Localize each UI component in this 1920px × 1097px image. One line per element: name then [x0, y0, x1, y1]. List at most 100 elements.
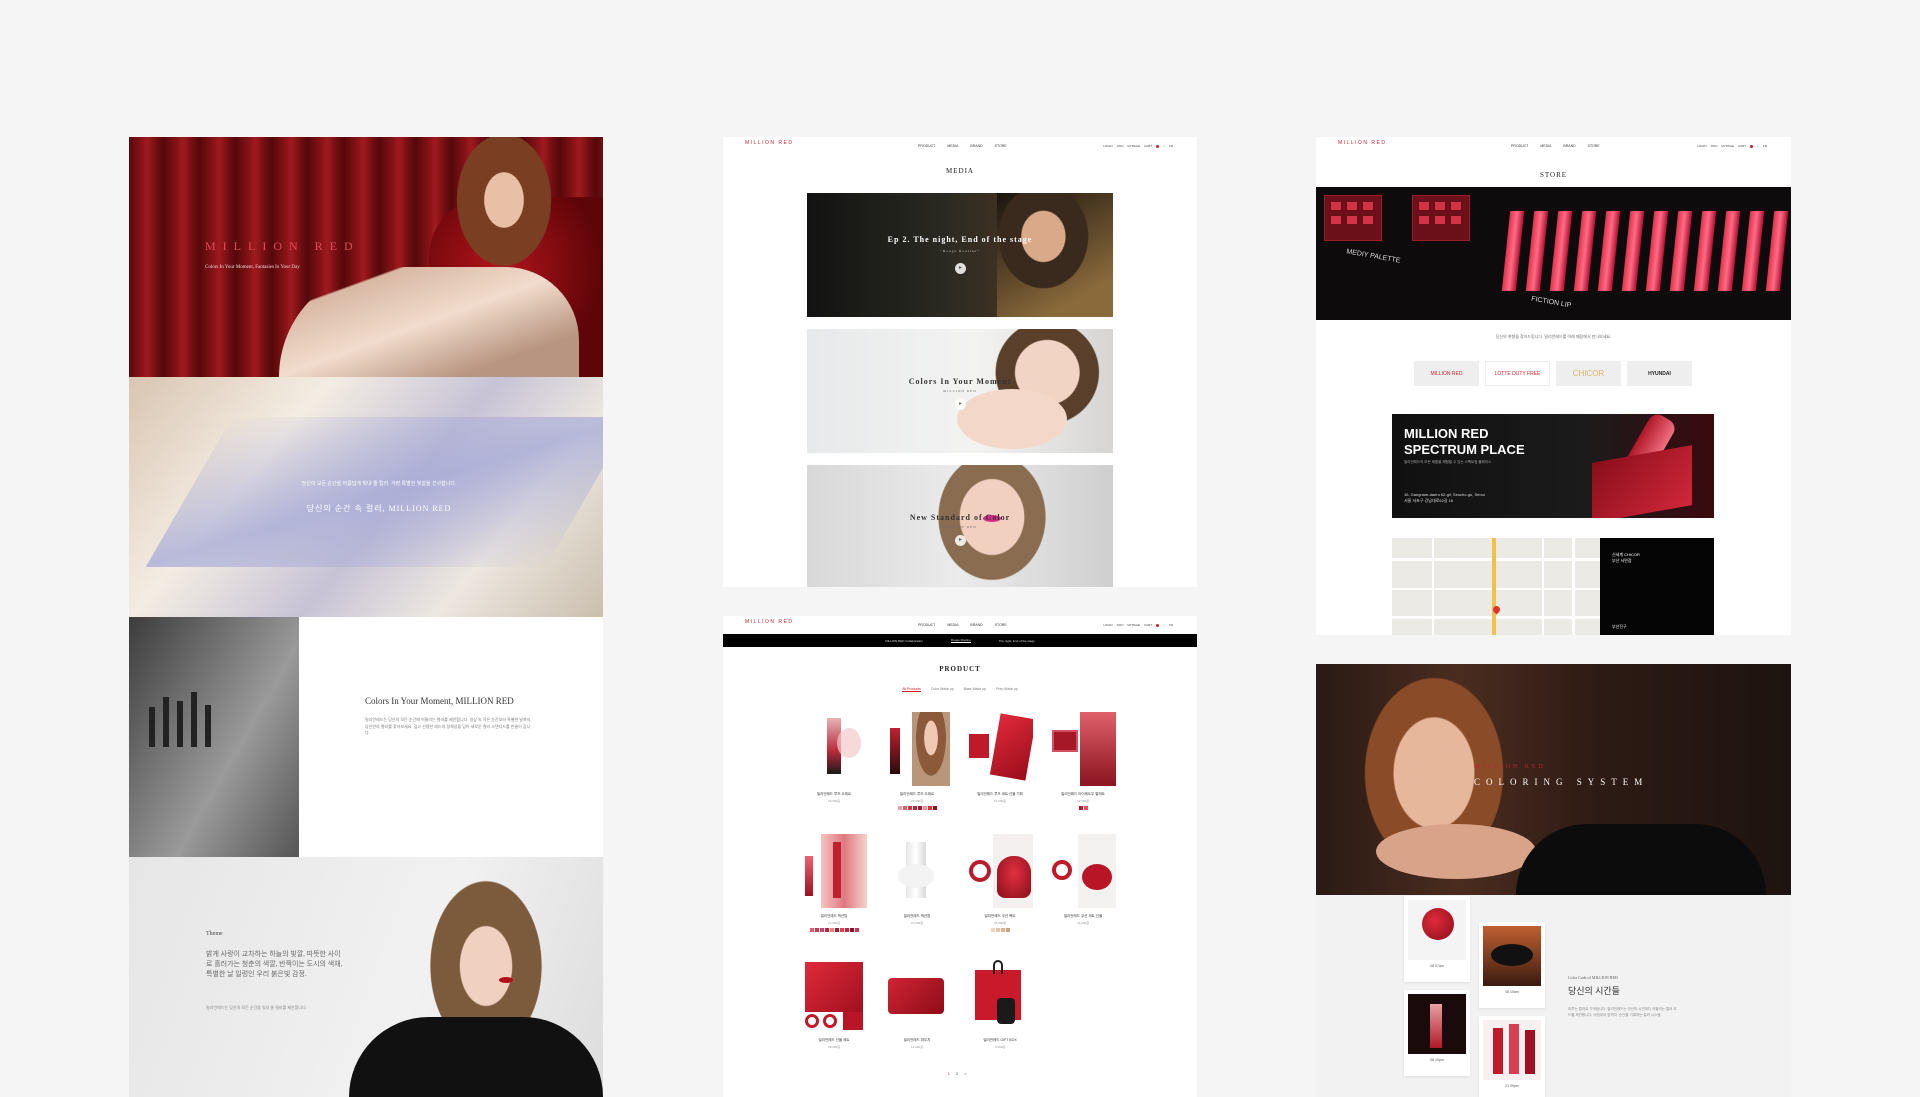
product-card[interactable]: 밀리언레드 픽션립 22,000원	[884, 834, 950, 932]
theme-poem: 밝게 사랑이 교차하는 하늘의 빛깔, 따뜻한 사이로 흘러가는 청춘의 색깔,…	[206, 950, 343, 978]
spectrum-place-banner[interactable]: MILLION RED SPECTRUM PLACE 밀리언레드의 모든 제품을 …	[1392, 414, 1714, 518]
tab-all-products[interactable]: All Products	[902, 687, 921, 692]
nav-menu: PRODUCT MEDIA BRAND STORE	[918, 623, 1007, 627]
nav-item-store[interactable]: STORE	[995, 144, 1007, 148]
retailer-logo[interactable]: HYUNDAI	[1627, 361, 1692, 386]
nav-item-product[interactable]: PRODUCT	[1511, 144, 1528, 148]
search-icon[interactable]: ⌕	[1757, 144, 1759, 148]
tab-prep-makeup[interactable]: Prep Make up	[996, 687, 1018, 692]
product-card[interactable]: 밀리언레드 쿠션 팩트 38,000원	[967, 834, 1033, 932]
nav-item-brand[interactable]: BRAND	[970, 144, 982, 148]
product-image[interactable]	[1050, 834, 1116, 908]
product-image[interactable]	[967, 834, 1033, 908]
nav-logo[interactable]: MILLION RED	[745, 141, 793, 146]
play-icon[interactable]: ▸	[955, 535, 966, 546]
store-map[interactable]: 신세계 CHICOR 부산 서면점 부산진구	[1392, 538, 1714, 635]
cart-link[interactable]: CART	[1738, 144, 1746, 148]
join-link[interactable]: JOIN	[1117, 623, 1124, 627]
nav-logo[interactable]: MILLION RED	[745, 620, 793, 625]
color-time-card[interactable]: 08 10pm	[1404, 990, 1470, 1076]
product-image[interactable]	[801, 834, 867, 908]
nav-item-store[interactable]: STORE	[995, 623, 1007, 627]
store-display-photo: MEDIY PALETTE FICTION LIP	[1316, 187, 1791, 320]
join-link[interactable]: JOIN	[1117, 144, 1124, 148]
search-icon[interactable]: ⌕	[1163, 623, 1165, 627]
card-caption: 08 10am	[1505, 990, 1519, 994]
mypage-link[interactable]: MYPAGE	[1127, 623, 1140, 627]
video-card[interactable]: New Standard of Color MILLION RED ▸	[807, 465, 1113, 587]
coloring-title: COLORING SYSTEM	[1474, 777, 1649, 787]
cart-link[interactable]: CART	[1144, 623, 1152, 627]
nav-item-media[interactable]: MEDIA	[947, 144, 958, 148]
product-image[interactable]	[884, 712, 950, 786]
tab-base-makeup[interactable]: Base Make up	[964, 687, 986, 692]
play-icon[interactable]: ▸	[955, 263, 966, 274]
language-select[interactable]: KR	[1169, 144, 1173, 148]
nav-item-store[interactable]: STORE	[1588, 144, 1600, 148]
nav-logo[interactable]: MILLION RED	[1338, 141, 1386, 146]
product-name: 밀리언레드 루즈 오래르	[899, 792, 935, 796]
page-link[interactable]: 1	[948, 1071, 956, 1076]
product-card[interactable]: 밀리언레드 루즈 세트 선물 기획 52,000원	[967, 712, 1033, 810]
nav-item-media[interactable]: MEDIA	[1540, 144, 1551, 148]
product-price: 46,000원	[1077, 921, 1089, 925]
login-link[interactable]: LOGIN	[1697, 144, 1706, 148]
product-image[interactable]	[967, 958, 1033, 1032]
nav-item-product[interactable]: PRODUCT	[918, 623, 935, 627]
product-name: 밀리언레드 픽션립	[903, 914, 931, 918]
product-card[interactable]: 밀리언레드 쿠션 세트 선물 46,000원	[1050, 834, 1116, 932]
language-select[interactable]: KR	[1763, 144, 1767, 148]
video-card[interactable]: Colors In Your Moment MILLION RED ▸	[807, 329, 1113, 453]
retailer-logo[interactable]: LOTTE DUTY FREE	[1485, 361, 1550, 386]
play-icon[interactable]: ▸	[955, 399, 966, 410]
product-image[interactable]	[967, 712, 1033, 786]
video-title: Colors In Your Moment	[908, 377, 1012, 386]
page-link[interactable]: 2	[956, 1071, 964, 1076]
product-card[interactable]: 밀리언레드 루즈 오래르 26,000원	[884, 712, 950, 810]
product-card[interactable]: 밀리언레드 루즈 오래르 26,000원	[801, 712, 867, 810]
color-swatches[interactable]	[884, 806, 950, 810]
product-name: 밀리언레드 루즈 세트 선물 기획	[977, 792, 1023, 796]
product-image[interactable]	[801, 958, 867, 1032]
spectrum-desc: 밀리언레드의 모든 제품을 체험할 수 있는 스펙트럼 플레이스	[1404, 460, 1492, 464]
mypage-link[interactable]: MYPAGE	[1127, 144, 1140, 148]
product-image[interactable]	[1050, 712, 1116, 786]
glass-headline: 당신의 순간 속 컬러, MILLION RED	[306, 504, 452, 513]
nav-item-media[interactable]: MEDIA	[947, 623, 958, 627]
product-image[interactable]	[801, 712, 867, 786]
color-swatches[interactable]	[1050, 806, 1116, 810]
subnav-item[interactable]: The night, End of the stage	[999, 639, 1035, 643]
product-card[interactable]: 밀리언레드 픽션립 22,000원	[801, 834, 867, 932]
search-icon[interactable]: ⌕	[1163, 144, 1165, 148]
color-time-card[interactable]: 21 09pm	[1479, 1016, 1545, 1097]
product-image[interactable]	[884, 958, 950, 1032]
language-select[interactable]: KR	[1169, 623, 1173, 627]
login-link[interactable]: LOGIN	[1103, 144, 1112, 148]
subnav-item[interactable]: Rouge Rouline	[950, 638, 971, 643]
tab-color-makeup[interactable]: Color Make up	[931, 687, 954, 692]
nav-item-brand[interactable]: BRAND	[970, 623, 982, 627]
product-name: 밀리언레드 선물 세트	[818, 1038, 850, 1042]
mypage-link[interactable]: MYPAGE	[1721, 144, 1734, 148]
color-swatches[interactable]	[801, 928, 867, 932]
color-time-card[interactable]: 08 07am	[1404, 896, 1470, 982]
product-card[interactable]: 밀리언레드 GIFT BOX 5,000원	[967, 958, 1033, 1049]
card-caption: 08 10pm	[1430, 1058, 1444, 1062]
color-time-card[interactable]: 08 10am	[1479, 922, 1545, 1008]
join-link[interactable]: JOIN	[1711, 144, 1718, 148]
nav-item-brand[interactable]: BRAND	[1563, 144, 1575, 148]
retailer-logo[interactable]: MILLION RED	[1414, 361, 1479, 386]
cart-link[interactable]: CART	[1144, 144, 1152, 148]
subnav-item[interactable]: MILLION RED Collaboration	[885, 639, 923, 643]
nav-item-product[interactable]: PRODUCT	[918, 144, 935, 148]
login-link[interactable]: LOGIN	[1103, 623, 1112, 627]
product-card[interactable]: 밀리언레드 아이쉐도우 팔레트 32,000원	[1050, 712, 1116, 810]
product-card[interactable]: 밀리언레드 선물 세트 58,000원	[801, 958, 867, 1049]
retailer-logo[interactable]: CHICOR	[1556, 361, 1621, 386]
product-card[interactable]: 밀리언레드 파우치 12,000원	[884, 958, 950, 1049]
nav-menu: PRODUCT MEDIA BRAND STORE	[918, 144, 1007, 148]
color-swatches[interactable]	[967, 928, 1033, 932]
video-card[interactable]: Ep 2. The night, End of the stage "Rouge…	[807, 193, 1113, 317]
product-image[interactable]	[884, 834, 950, 908]
next-page-icon[interactable]: >	[964, 1071, 972, 1076]
